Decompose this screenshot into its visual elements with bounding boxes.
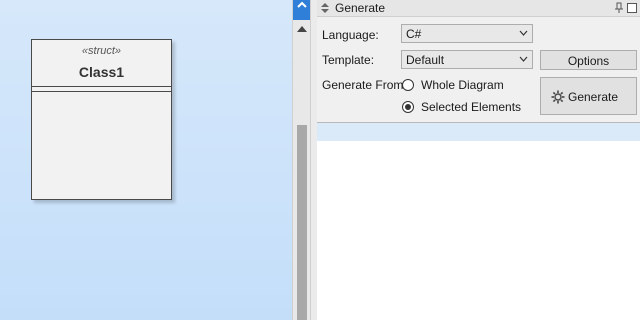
class-element[interactable]: «struct» Class1 [31, 39, 172, 200]
generate-from-label: Generate From [322, 78, 404, 92]
scrollbar-top-tab[interactable] [293, 0, 311, 20]
gear-icon [551, 90, 565, 104]
radio-label: Whole Diagram [421, 78, 504, 92]
language-value: C# [406, 27, 422, 41]
class-operations-divider [32, 91, 171, 92]
options-button[interactable]: Options [540, 50, 637, 70]
output-area[interactable] [317, 122, 640, 321]
radio-button[interactable] [402, 101, 414, 113]
class-stereotype: «struct» [81, 45, 122, 57]
panel-title: Generate [335, 1, 386, 15]
restore-window-icon[interactable] [627, 3, 637, 13]
chevron-down-icon [519, 30, 528, 36]
class-name: Class1 [78, 64, 125, 80]
class-attributes-divider [32, 86, 171, 87]
pin-icon[interactable] [614, 2, 624, 14]
radio-button[interactable] [402, 79, 414, 91]
diagram-canvas[interactable]: «struct» Class1 [0, 0, 292, 320]
language-label: Language: [322, 28, 379, 42]
vertical-scrollbar[interactable] [292, 0, 311, 320]
generate-panel: Generate Language: C# Template: Default … [317, 0, 640, 321]
language-select[interactable]: C# [401, 24, 533, 43]
radio-selected-dot [405, 104, 411, 110]
options-button-label: Options [567, 54, 610, 68]
chevron-up-down-icon[interactable] [320, 2, 330, 14]
radio-label: Selected Elements [421, 100, 522, 114]
scroll-up-arrow-icon[interactable] [297, 26, 307, 32]
template-value: Default [406, 53, 445, 67]
template-label: Template: [322, 53, 375, 67]
panel-header: Generate [317, 0, 640, 17]
generate-button-label: Generate [568, 90, 619, 104]
chevron-down-icon [519, 56, 528, 62]
output-highlight-row [317, 123, 640, 141]
template-select[interactable]: Default [401, 50, 533, 69]
collapse-arrow-icon [297, 1, 307, 8]
generate-button[interactable]: Generate [540, 77, 637, 115]
scrollbar-thumb[interactable] [297, 125, 307, 320]
